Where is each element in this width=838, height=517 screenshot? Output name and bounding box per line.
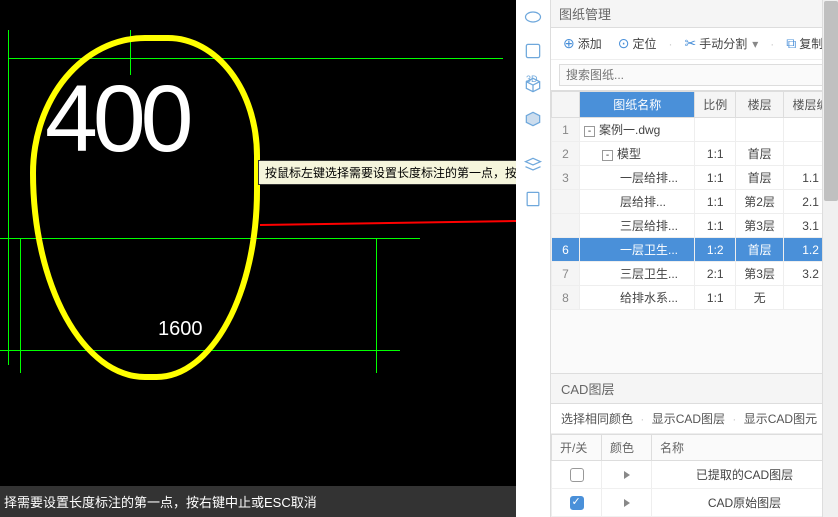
copy-icon: ⧉ [786,35,796,52]
canvas-tooltip: 按鼠标左键选择需要设置长度标注的第一点，按右键中止或ESC取消 [258,160,516,185]
checkbox[interactable] [570,496,584,510]
table-row[interactable]: 3 一层给排... 1:1首层1.1 [552,166,838,190]
table-row[interactable]: 三层给排... 1:1第3层3.1 [552,214,838,238]
tool-strip: 3D [516,0,551,517]
tree-toggle-icon[interactable]: - [602,150,613,161]
col-scale[interactable]: 比例 [695,92,736,118]
table-row[interactable]: 2 -模型 1:1首层 [552,142,838,166]
layer-col-toggle: 开/关 [552,435,602,461]
locate-button[interactable]: ⊙定位 [614,33,661,54]
col-index[interactable] [552,92,580,118]
checkbox[interactable] [570,468,584,482]
drawing-toolbar: ⊕添加 ⊙定位 · ✂手动分割▾ · ⧉复制 [551,28,838,60]
layer-toolbar: 选择相同颜色 · 显示CAD图层 · 显示CAD图元 [551,404,838,434]
cube-3d-tool-icon[interactable]: 3D [520,38,546,64]
highlight-annotation [30,35,260,380]
show-cad-elem-button[interactable]: 显示CAD图元 [744,412,817,426]
col-floor[interactable]: 楼层 [736,92,784,118]
dimension-line [8,30,9,365]
side-panel: 3D 图纸管理 ⊕添加 ⊙定位 · ✂手动分割▾ · ⧉复制 图纸名称 比例 [516,0,838,517]
cad-canvas[interactable]: 400 1600 按鼠标左键选择需要设置长度标注的第一点，按右键中止或ESC取消… [0,0,516,517]
status-bar: 择需要设置长度标注的第一点，按右键中止或ESC取消 [0,486,516,517]
copy-button[interactable]: ⧉复制 [782,33,827,54]
ellipse-tool-icon[interactable] [520,4,546,30]
face-tool-icon[interactable] [520,106,546,132]
table-row[interactable]: 1 -案例一.dwg [552,118,838,142]
expand-icon[interactable] [624,471,630,479]
layers-tool-icon[interactable] [520,152,546,178]
layer-row[interactable]: 已提取的CAD图层 [552,461,838,489]
layer-row[interactable]: CAD原始图层 [552,489,838,517]
scroll-thumb[interactable] [824,1,838,201]
col-name[interactable]: 图纸名称 [580,92,695,118]
layer-table: 开/关 颜色 名称 已提取的CAD图层 CAD原始图层 [551,434,838,517]
drawing-table: 图纸名称 比例 楼层 楼层编 1 -案例一.dwg 2 -模型 1:1首层3 一… [551,91,838,310]
tree-toggle-icon[interactable]: - [584,126,595,137]
panel-main: 图纸管理 ⊕添加 ⊙定位 · ✂手动分割▾ · ⧉复制 图纸名称 比例 楼层 楼… [551,0,838,517]
select-same-color-button[interactable]: 选择相同颜色 [561,412,633,426]
search-input[interactable] [559,64,830,86]
layer-col-color: 颜色 [602,435,652,461]
split-icon: ✂ [685,35,697,52]
manual-split-button[interactable]: ✂手动分割▾ [681,33,763,54]
scrollbar[interactable] [822,0,838,517]
dimension-line [20,238,21,373]
drawing-panel-title: 图纸管理 [551,0,838,28]
layer-panel: CAD图层 选择相同颜色 · 显示CAD图层 · 显示CAD图元 开/关 颜色 … [551,373,838,517]
layer-panel-title: CAD图层 [551,374,838,404]
table-row[interactable]: 8 给排水系... 1:1无 [552,286,838,310]
add-icon: ⊕ [563,35,575,52]
locate-icon: ⊙ [618,35,630,52]
dimension-line [376,238,377,373]
table-row[interactable]: 7 三层卫生... 2:1第3层3.2 [552,262,838,286]
table-row[interactable]: 6 一层卫生... 1:2首层1.2 [552,238,838,262]
show-cad-layer-button[interactable]: 显示CAD图层 [652,412,725,426]
table-row[interactable]: 层给排... 1:1第2层2.1 [552,190,838,214]
page-tool-icon[interactable] [520,186,546,212]
layer-col-name: 名称 [652,435,838,461]
expand-icon[interactable] [624,499,630,507]
add-button[interactable]: ⊕添加 [559,33,606,54]
